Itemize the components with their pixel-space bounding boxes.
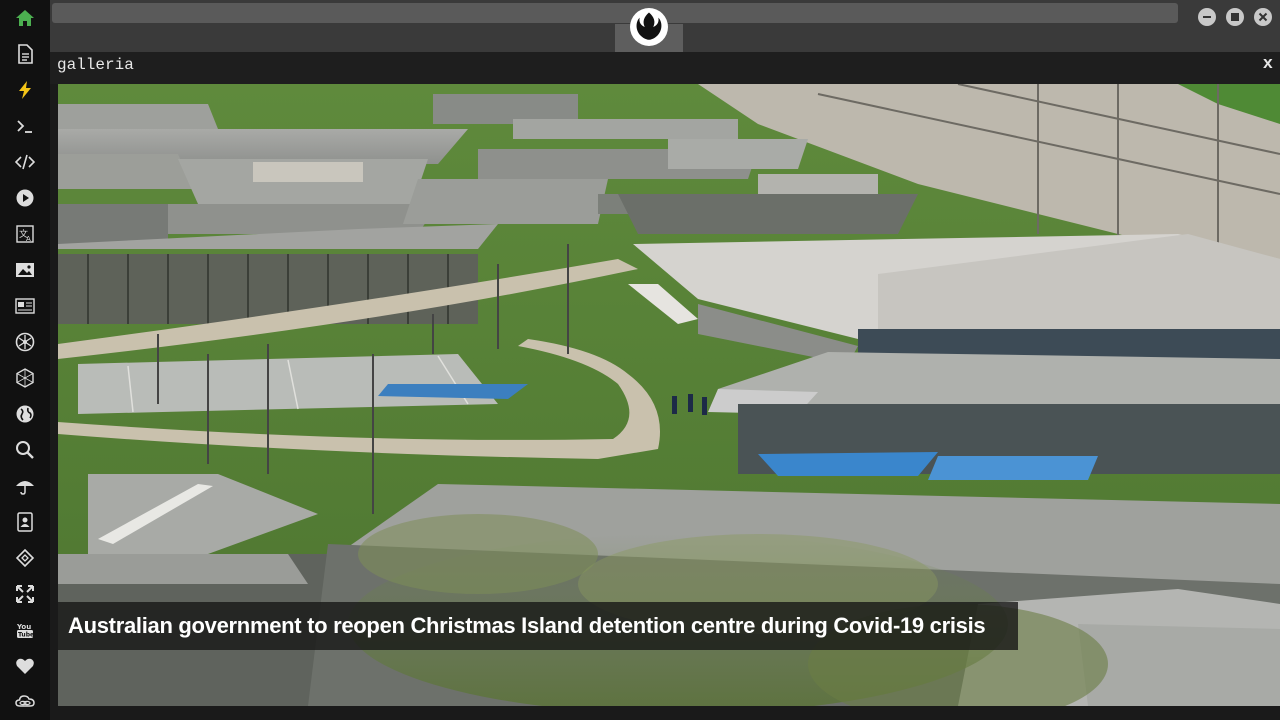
- umbrella-icon[interactable]: [13, 474, 37, 498]
- home-icon[interactable]: [13, 6, 37, 30]
- youtube-icon[interactable]: You Tube: [13, 618, 37, 642]
- bottom-strip: [50, 706, 1280, 720]
- minimize-button[interactable]: [1198, 8, 1216, 26]
- rebel-alliance-icon[interactable]: [13, 330, 37, 354]
- code-icon[interactable]: [13, 150, 37, 174]
- gallery-header: galleria x: [50, 52, 1280, 84]
- translate-icon[interactable]: 文A: [13, 222, 37, 246]
- close-window-button[interactable]: [1254, 8, 1272, 26]
- heart-icon[interactable]: [13, 654, 37, 678]
- maximize-button[interactable]: [1226, 8, 1244, 26]
- api-icon[interactable]: [13, 546, 37, 570]
- svg-text:Tube: Tube: [18, 632, 34, 639]
- play-icon[interactable]: [13, 186, 37, 210]
- hexagon-icon[interactable]: [13, 366, 37, 390]
- terminal-icon[interactable]: [13, 114, 37, 138]
- image-icon[interactable]: [13, 258, 37, 282]
- address-bar[interactable]: [52, 3, 1178, 23]
- svg-text:You: You: [16, 623, 31, 631]
- image-caption: Australian government to reopen Christma…: [58, 602, 1018, 650]
- search-icon[interactable]: [13, 438, 37, 462]
- caption-text: Australian government to reopen Christma…: [68, 613, 986, 638]
- globe-icon[interactable]: [13, 402, 37, 426]
- contact-card-icon[interactable]: [13, 510, 37, 534]
- document-icon[interactable]: [13, 42, 37, 66]
- gallery-close-button[interactable]: x: [1263, 55, 1273, 74]
- expand-icon[interactable]: [13, 582, 37, 606]
- rebel-logo-icon: [630, 8, 668, 46]
- news-icon[interactable]: [13, 294, 37, 318]
- svg-text:A: A: [26, 235, 31, 243]
- lightning-icon[interactable]: [13, 78, 37, 102]
- gallery-title: galleria: [57, 56, 134, 74]
- sidebar: 文A You Tube: [0, 0, 50, 720]
- cloud-link-icon[interactable]: [13, 690, 37, 714]
